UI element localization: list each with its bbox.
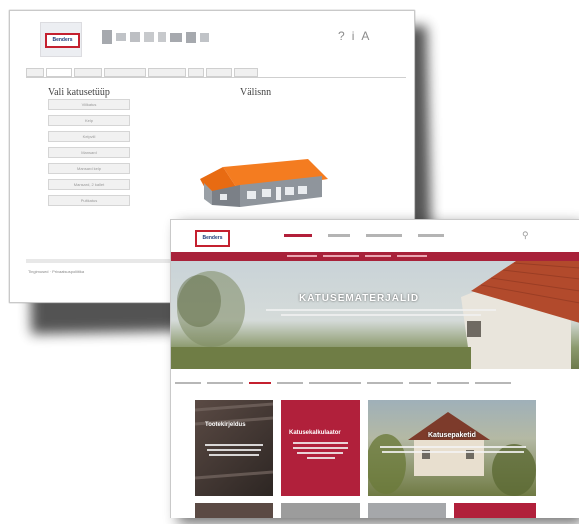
card-title: Tootekirjeldus (205, 422, 246, 428)
tab-divider (26, 77, 406, 78)
roof-type-heading: Vali katusetüüp (48, 87, 110, 98)
footer-text: Tingimused · Privaatsuspoliitika (28, 269, 85, 274)
roof-option[interactable]: Kelpviil (48, 131, 130, 142)
preview-heading: Välisnn (240, 87, 272, 98)
window (285, 187, 294, 195)
tab-7[interactable] (206, 68, 232, 77)
main-nav (284, 234, 444, 237)
category-link[interactable] (249, 382, 271, 384)
card-text-line (382, 451, 524, 453)
roof-option[interactable]: Mansard, 2 kallet (48, 179, 130, 190)
roof-option[interactable]: Kelp (48, 115, 130, 126)
file-icon[interactable] (102, 30, 112, 44)
nav-item[interactable] (328, 234, 350, 237)
card-text-line (293, 442, 348, 444)
settings-icon[interactable] (200, 32, 209, 42)
nav-item[interactable] (284, 234, 312, 237)
card-text-line (207, 449, 261, 451)
window (247, 191, 256, 199)
search-icon[interactable]: ⚲ (522, 230, 529, 241)
print-icon[interactable] (144, 32, 154, 42)
list-icon[interactable] (116, 33, 126, 41)
benders-logo[interactable]: Benders (195, 230, 230, 247)
product-card[interactable]: Katusekalkulaator (281, 400, 360, 496)
share-icon[interactable] (158, 32, 166, 42)
hero-title: KATUSEMATERJALID (299, 293, 420, 304)
tab-2[interactable] (46, 68, 72, 77)
category-link[interactable] (475, 382, 511, 384)
card-text-line (380, 446, 526, 448)
tab-1[interactable] (26, 68, 44, 77)
card-text-line (297, 452, 343, 454)
card-text-line (293, 447, 348, 449)
help-icon[interactable]: ? (338, 29, 345, 43)
card-preview[interactable] (368, 503, 446, 518)
nav-item[interactable] (366, 234, 402, 237)
product-card[interactable]: Katusepaketid (368, 400, 536, 496)
sub-nav-item[interactable] (397, 255, 427, 257)
category-links (171, 382, 579, 384)
roof-option[interactable]: Mansard (48, 147, 130, 158)
card-text-line (205, 444, 263, 446)
product-card[interactable]: Tootekirjeldus (195, 400, 273, 496)
toolbar (102, 30, 209, 44)
tab-8[interactable] (234, 68, 258, 77)
tab-4[interactable] (104, 68, 146, 77)
roof-option[interactable]: Pultkatus (48, 195, 130, 206)
sub-nav-item[interactable] (323, 255, 359, 257)
save-icon[interactable] (130, 32, 140, 42)
category-link[interactable] (309, 382, 361, 384)
category-link[interactable] (437, 382, 469, 384)
category-link[interactable] (207, 382, 243, 384)
house-3d-preview[interactable] (190, 139, 330, 209)
category-link[interactable] (367, 382, 403, 384)
card-preview[interactable] (195, 503, 273, 518)
tab-bar (26, 68, 258, 77)
card-title: Katusepaketid (428, 432, 476, 439)
roof-option[interactable]: Mansard kelp (48, 163, 130, 174)
info-icon[interactable]: i (352, 29, 355, 43)
roof-option[interactable]: Viilkatus (48, 99, 130, 110)
chart-icon[interactable] (186, 31, 196, 43)
tab-3[interactable] (74, 68, 102, 77)
hero-subtitle-line (281, 314, 481, 316)
card-text-line (209, 454, 259, 456)
sub-nav-item[interactable] (365, 255, 391, 257)
language-icon[interactable]: A (361, 29, 369, 43)
logo-text: Benders (45, 33, 80, 48)
window (298, 186, 307, 194)
category-link[interactable] (409, 382, 431, 384)
category-link[interactable] (277, 382, 303, 384)
camera-icon[interactable] (170, 32, 182, 42)
door (276, 187, 281, 200)
window (262, 189, 271, 197)
nav-item[interactable] (418, 234, 444, 237)
card-title: Katusekalkulaator (289, 430, 341, 436)
help-icons: ? i A (338, 29, 369, 43)
hero-subtitle-line (266, 309, 496, 311)
tab-5[interactable] (148, 68, 186, 77)
hero-banner: KATUSEMATERJALID (171, 261, 579, 369)
window (220, 194, 227, 200)
tab-6[interactable] (188, 68, 204, 77)
house-photo (368, 412, 536, 496)
card-preview[interactable] (281, 503, 360, 518)
sub-nav-item[interactable] (287, 255, 317, 257)
category-link[interactable] (175, 382, 201, 384)
roof-tiles-image (195, 402, 273, 480)
website-window: Benders ⚲ KATUSEMATERJALID Tootekirjeldu… (170, 219, 579, 518)
benders-logo[interactable]: Benders (40, 22, 82, 57)
card-text-line (307, 457, 335, 459)
card-preview[interactable] (454, 503, 536, 518)
sub-nav-bar (171, 252, 579, 261)
